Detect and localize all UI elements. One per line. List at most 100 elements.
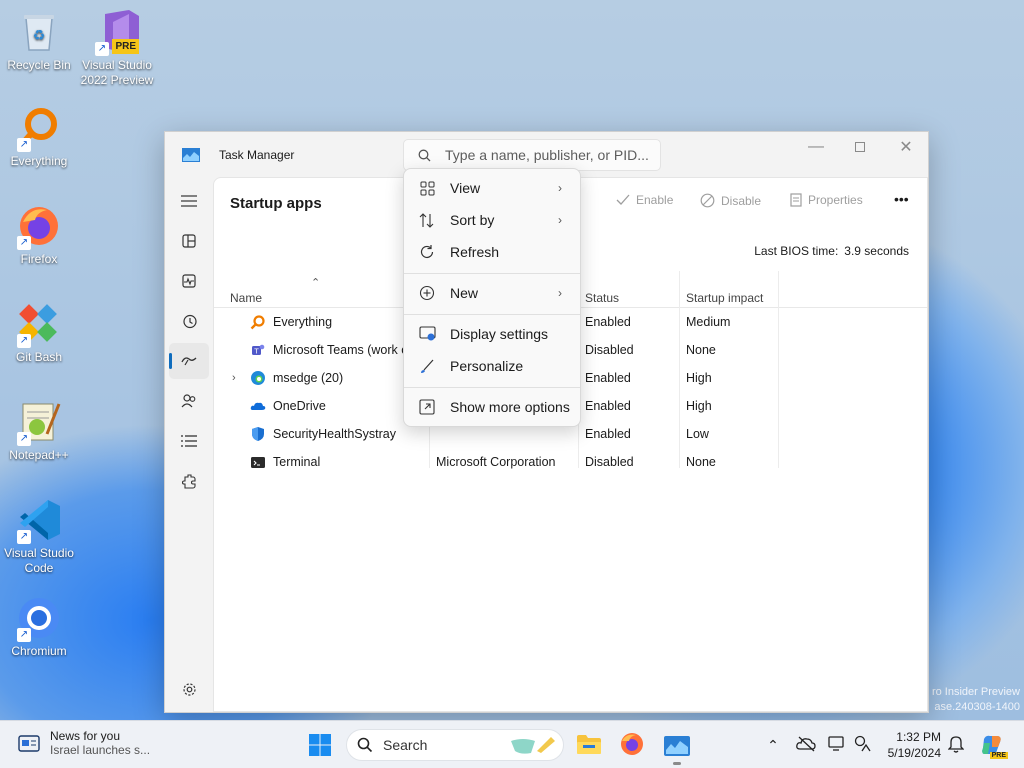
hamburger-menu-button[interactable]: [169, 183, 209, 219]
git-bash-icon: ↗: [15, 300, 63, 348]
performance-icon: [182, 274, 196, 288]
startup-icon: [181, 357, 197, 366]
window-title: Task Manager: [219, 147, 295, 162]
cloud-offline-icon: [796, 736, 816, 752]
recycle-bin-icon: ♻: [15, 8, 63, 56]
search-box[interactable]: [403, 139, 661, 171]
more-options-icon: [419, 399, 435, 415]
navigation-rail: [165, 177, 213, 712]
grid-icon: [420, 181, 434, 195]
nav-processes[interactable]: [169, 223, 209, 259]
menu-item-display-settings[interactable]: Display settings: [408, 319, 576, 349]
nav-details[interactable]: [169, 423, 209, 459]
desktop-icon-recycle-bin[interactable]: ♻ Recycle Bin: [2, 8, 76, 73]
shortcut-arrow-icon: ↗: [17, 432, 31, 446]
network-icon: [854, 735, 871, 752]
svg-text:T: T: [253, 348, 259, 356]
column-header-name[interactable]: Name: [230, 291, 262, 305]
menu-separator: [404, 314, 580, 315]
desktop-icon-label: Visual Studio Code: [4, 546, 74, 575]
menu-item-personalize[interactable]: Personalize: [408, 351, 576, 381]
firefox-icon: ↗: [15, 202, 63, 250]
onedrive-tray-button[interactable]: [795, 733, 817, 755]
menu-item-refresh[interactable]: Refresh: [408, 237, 576, 267]
checkmark-icon: [616, 194, 630, 205]
terminal-icon: [251, 457, 265, 468]
disable-button[interactable]: Disable: [700, 193, 761, 208]
close-icon: ✕: [899, 139, 913, 156]
expand-chevron-icon[interactable]: ›: [232, 372, 236, 384]
running-indicator: [673, 762, 681, 765]
column-header-status[interactable]: Status: [585, 291, 619, 305]
minimize-icon: —: [808, 138, 824, 155]
visual-studio-icon: PRE ↗: [93, 8, 141, 56]
nav-users[interactable]: [169, 383, 209, 419]
nav-app-history[interactable]: [169, 303, 209, 339]
menu-item-new[interactable]: New ›: [408, 278, 576, 308]
everything-icon: ↗: [15, 104, 63, 152]
menu-item-view[interactable]: View ›: [408, 173, 576, 203]
insider-watermark: ro Insider Preview ase.240308-1400: [931, 686, 1020, 713]
chromium-icon: ↗: [15, 594, 63, 642]
search-input[interactable]: [445, 147, 655, 163]
start-button[interactable]: [306, 731, 334, 759]
column-header-startup-impact[interactable]: Startup impact: [686, 291, 763, 305]
last-bios-time: Last BIOS time: 3.9 seconds: [754, 244, 909, 258]
desktop-icon-label: Recycle Bin: [7, 58, 71, 72]
notifications-button[interactable]: [946, 734, 966, 754]
shield-icon: [252, 427, 264, 441]
display-icon: [418, 326, 436, 341]
news-widget[interactable]: News for you Israel launches s...: [18, 729, 150, 757]
nav-services[interactable]: [169, 463, 209, 499]
desktop-icon-git-bash[interactable]: ↗ Git Bash: [2, 300, 76, 365]
display-tray-button[interactable]: [826, 733, 848, 755]
svg-text:♻: ♻: [33, 28, 46, 44]
plus-circle-icon: [419, 285, 435, 301]
properties-icon: [790, 193, 802, 207]
system-clock[interactable]: 1:32 PM 5/19/2024: [888, 729, 941, 761]
brush-icon: [421, 359, 434, 373]
history-icon: [182, 314, 197, 328]
properties-button[interactable]: Properties: [790, 193, 863, 207]
desktop-icon-visual-studio[interactable]: PRE ↗ Visual Studio 2022 Preview: [80, 8, 154, 88]
shortcut-arrow-icon: ↗: [17, 236, 31, 250]
taskbar-search[interactable]: Search: [346, 729, 564, 761]
hamburger-icon: [181, 195, 197, 207]
maximize-button[interactable]: [837, 132, 883, 162]
taskbar-file-explorer[interactable]: [574, 729, 604, 759]
processes-icon: [182, 234, 196, 248]
folder-icon: [577, 735, 601, 754]
menu-item-sort-by[interactable]: Sort by ›: [408, 205, 576, 235]
more-options-button[interactable]: •••: [894, 191, 909, 207]
desktop-icon-chromium[interactable]: ↗ Chromium: [2, 594, 76, 659]
network-tray-button[interactable]: [852, 733, 874, 755]
shortcut-arrow-icon: ↗: [17, 628, 31, 642]
nav-settings[interactable]: [169, 671, 209, 707]
sort-ascending-icon: ⌃: [311, 277, 321, 289]
refresh-icon: [420, 245, 434, 258]
taskbar-task-manager[interactable]: [660, 729, 694, 765]
vscode-icon: ↗: [15, 496, 63, 544]
nav-performance[interactable]: [169, 263, 209, 299]
desktop-icon-label: Everything: [10, 154, 68, 168]
menu-separator: [404, 273, 580, 274]
show-hidden-icons-button[interactable]: ⌃: [764, 735, 782, 755]
table-row[interactable]: Terminal Microsoft Corporation Disabled …: [214, 448, 778, 476]
shortcut-arrow-icon: ↗: [17, 138, 31, 152]
desktop-icon-label: Notepad++: [9, 448, 69, 462]
taskbar-firefox[interactable]: [617, 729, 647, 759]
news-icon: [18, 735, 40, 752]
details-icon: [181, 435, 197, 447]
desktop-icon-firefox[interactable]: ↗ Firefox: [2, 202, 76, 267]
close-button[interactable]: ✕: [883, 132, 929, 162]
shortcut-arrow-icon: ↗: [95, 42, 109, 56]
services-icon: [181, 473, 196, 489]
minimize-button[interactable]: —: [793, 132, 839, 162]
nav-startup-apps[interactable]: [169, 343, 209, 379]
copilot-button[interactable]: PRE: [978, 731, 1008, 759]
enable-button[interactable]: Enable: [616, 193, 673, 207]
menu-item-show-more-options[interactable]: Show more options: [408, 392, 576, 422]
desktop-icon-everything[interactable]: ↗ Everything: [2, 104, 76, 169]
desktop-icon-notepad-plus-plus[interactable]: ↗ Notepad++: [2, 398, 76, 463]
desktop-icon-vscode[interactable]: ↗ Visual Studio Code: [2, 496, 76, 576]
